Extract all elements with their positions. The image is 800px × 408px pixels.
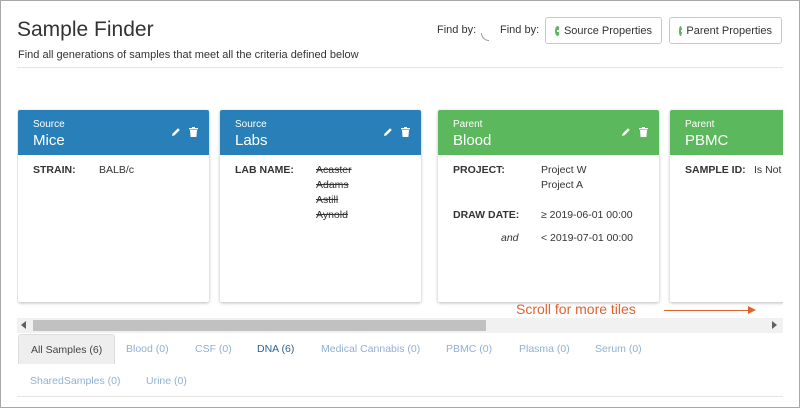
scroll-hint: Scroll for more tiles <box>516 301 636 317</box>
horizontal-scrollbar[interactable] <box>17 318 783 333</box>
trash-icon[interactable] <box>639 127 648 137</box>
plus-circle-icon <box>555 25 563 36</box>
filter-label: DRAW DATE: <box>453 209 520 221</box>
tab-urine[interactable]: Urine (0) <box>134 366 199 396</box>
tile-header: Source Mice <box>18 110 209 155</box>
arrow-right-icon <box>664 310 750 311</box>
filter-value: Project W <box>541 164 587 176</box>
page-title: Sample Finder <box>17 18 154 41</box>
tab-shared-samples[interactable]: SharedSamples (0) <box>18 366 132 396</box>
filter-value: < 2019-07-01 00:00 <box>541 232 633 244</box>
filter-value: Project A <box>541 179 584 191</box>
tile-kind: Parent <box>685 119 715 130</box>
filter-value: Is Not <box>754 164 782 176</box>
source-properties-button-label: Source Properties <box>563 24 652 37</box>
plus-circle-icon <box>679 25 689 36</box>
arrowhead-icon <box>748 306 756 314</box>
page-subtitle: Find all generations of samples that mee… <box>18 49 359 61</box>
pencil-icon[interactable] <box>171 127 181 137</box>
find-by-label: Find by: <box>437 24 477 36</box>
filter-label: STRAIN: <box>33 164 76 176</box>
filter-label: SAMPLE ID: <box>685 164 746 176</box>
tab-blood[interactable]: Blood (0) <box>114 334 181 364</box>
tile-header: Parent PBMC <box>670 110 783 155</box>
filter-value: Aynold <box>316 209 348 221</box>
filter-operator: and <box>501 232 519 244</box>
tab-pbmc[interactable]: PBMC (0) <box>434 334 504 364</box>
filter-value: ≥ 2019-06-01 00:00 <box>541 209 633 221</box>
scroll-left-icon[interactable] <box>21 321 26 329</box>
tab-plasma[interactable]: Plasma (0) <box>507 334 582 364</box>
filter-tile-blood: Parent Blood PROJECT: Project W Project … <box>438 110 659 302</box>
tile-header: Parent Blood <box>438 110 659 155</box>
header-divider <box>17 67 783 68</box>
tab-csf[interactable]: CSF (0) <box>183 334 244 364</box>
tab-serum[interactable]: Serum (0) <box>583 334 654 364</box>
tile-name: PBMC <box>685 132 729 149</box>
filter-tile-labs: Source Labs LAB NAME: Acaster Adams Asti… <box>220 110 421 302</box>
tabs-divider <box>17 396 783 397</box>
filter-value: Adams <box>316 179 349 191</box>
filter-label: PROJECT: <box>453 164 505 176</box>
source-properties-button[interactable]: Source Properties <box>545 17 662 44</box>
filter-tile-mice: Source Mice STRAIN: BALB/c <box>18 110 209 302</box>
trash-icon[interactable] <box>189 127 198 137</box>
parent-properties-button-label: Parent Properties <box>686 24 772 37</box>
tab-all-samples[interactable]: All Samples (6) <box>18 334 116 364</box>
filter-label: LAB NAME: <box>235 164 294 176</box>
scrollbar-thumb[interactable] <box>33 320 486 331</box>
filter-value: Acaster <box>316 164 352 176</box>
pencil-icon[interactable] <box>383 127 393 137</box>
find-by-label-2: Find by: <box>500 24 540 36</box>
trash-icon[interactable] <box>401 127 410 137</box>
filter-tile-pbmc: Parent PBMC SAMPLE ID: Is Not <box>670 110 783 302</box>
tab-dna[interactable]: DNA (6) <box>245 334 306 364</box>
scroll-right-icon[interactable] <box>772 321 777 329</box>
tile-header: Source Labs <box>220 110 421 155</box>
parent-properties-button[interactable]: Parent Properties <box>669 17 782 44</box>
filter-value: BALB/c <box>99 164 135 176</box>
pencil-icon[interactable] <box>621 127 631 137</box>
filter-tiles-viewport: Source Mice STRAIN: BALB/c Source Labs L… <box>17 108 783 308</box>
tab-medical-cannabis[interactable]: Medical Cannabis (0) <box>309 334 432 364</box>
filter-value: Astill <box>316 194 339 206</box>
